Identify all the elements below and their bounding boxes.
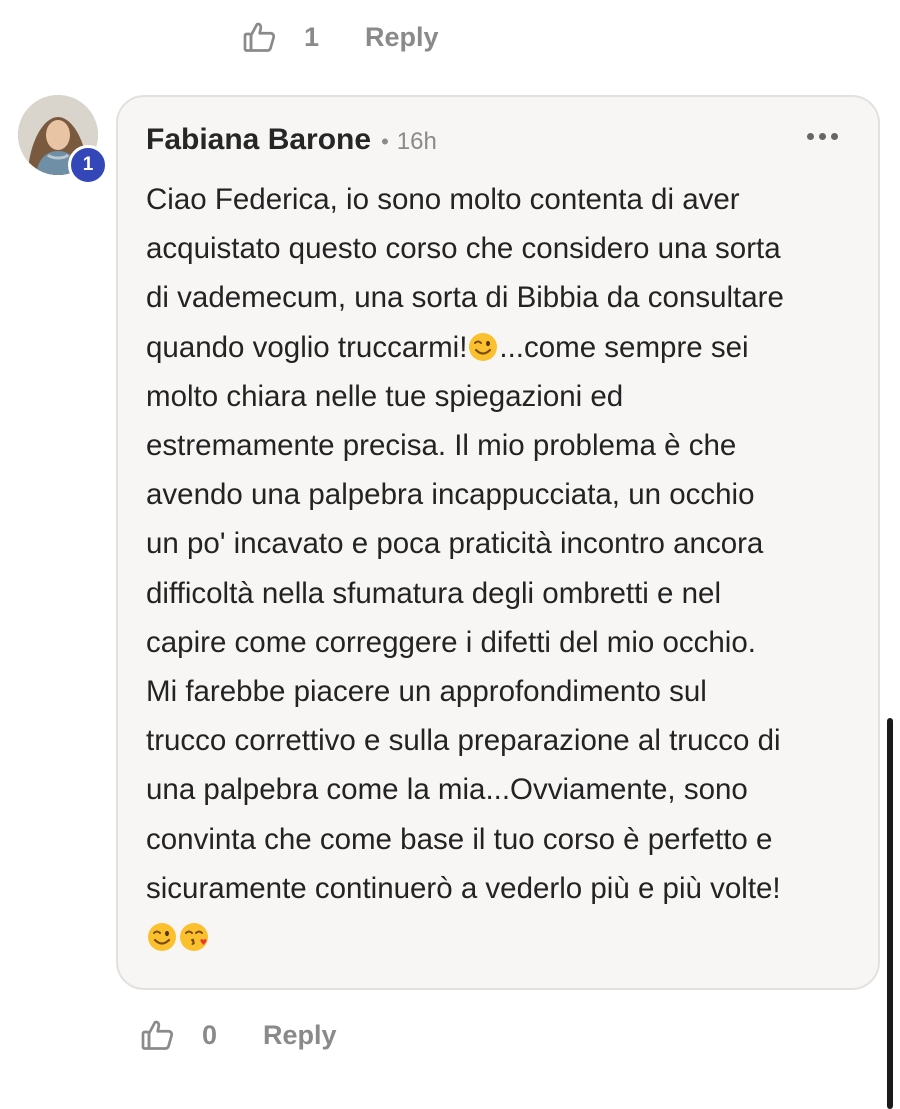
like-button[interactable] <box>240 17 280 57</box>
meta-separator: • <box>381 129 389 154</box>
author-avatar-container[interactable]: 1 <box>18 95 108 185</box>
parent-comment-actions: 1 Reply <box>240 14 439 60</box>
reply-button[interactable]: Reply <box>263 1020 337 1051</box>
comment-card: Fabiana Barone • 16h Ciao Federica, io s… <box>116 95 880 990</box>
comment-body: Ciao Federica, io sono molto contenta di… <box>146 175 866 962</box>
comment-header: Fabiana Barone • 16h <box>146 123 437 157</box>
winking-face-emoji-icon <box>469 332 498 361</box>
reply-button[interactable]: Reply <box>365 22 439 53</box>
like-count: 1 <box>304 21 320 52</box>
more-options-button[interactable] <box>807 133 838 140</box>
comment-text-part: ...come sempre sei molto chiara nelle tu… <box>146 330 781 905</box>
like-button[interactable] <box>138 1015 178 1055</box>
level-badge: 1 <box>68 145 108 185</box>
face-blowing-kiss-emoji-icon <box>180 923 208 952</box>
more-dot-icon <box>831 133 838 140</box>
more-dot-icon <box>819 133 826 140</box>
thumbs-up-icon <box>141 1020 174 1050</box>
like-count: 0 <box>202 1019 218 1050</box>
author-name[interactable]: Fabiana Barone <box>146 123 371 157</box>
comment-actions: 0 Reply <box>138 1012 337 1058</box>
timestamp[interactable]: 16h <box>397 128 437 156</box>
scrollbar-thumb[interactable] <box>887 718 893 1109</box>
thumbs-up-icon <box>243 22 276 52</box>
more-dot-icon <box>807 133 814 140</box>
winking-face-emoji-icon <box>148 923 176 952</box>
